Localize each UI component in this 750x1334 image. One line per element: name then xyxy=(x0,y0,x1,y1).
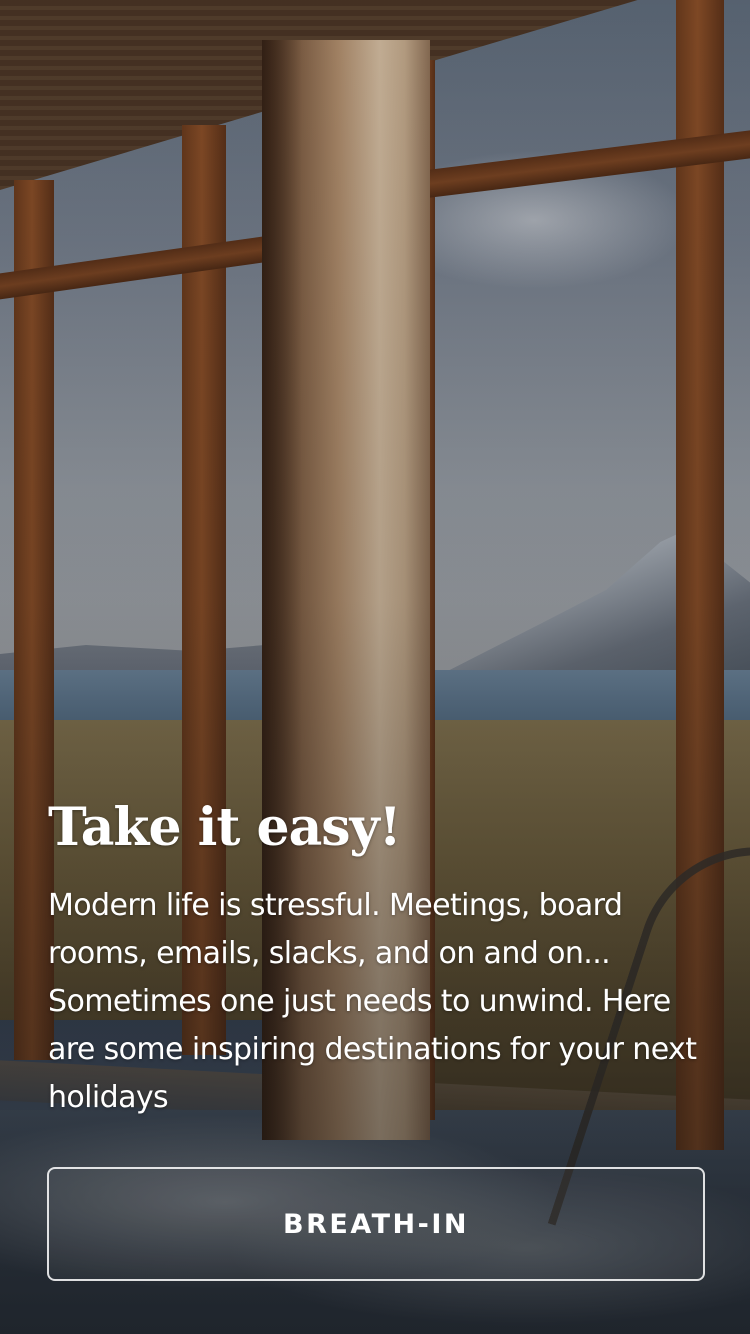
breath-in-button-label: BREATH-IN xyxy=(283,1208,469,1240)
onboarding-screen: Take it easy! Modern life is stressful. … xyxy=(0,0,750,1334)
dark-overlay xyxy=(0,0,750,1334)
breath-in-button[interactable]: BREATH-IN xyxy=(47,1167,705,1281)
hero-content: Take it easy! Modern life is stressful. … xyxy=(48,790,708,1122)
hero-title: Take it easy! xyxy=(48,797,402,858)
hero-description: Modern life is stressful. Meetings, boar… xyxy=(48,888,697,1115)
background-image xyxy=(0,0,750,1334)
